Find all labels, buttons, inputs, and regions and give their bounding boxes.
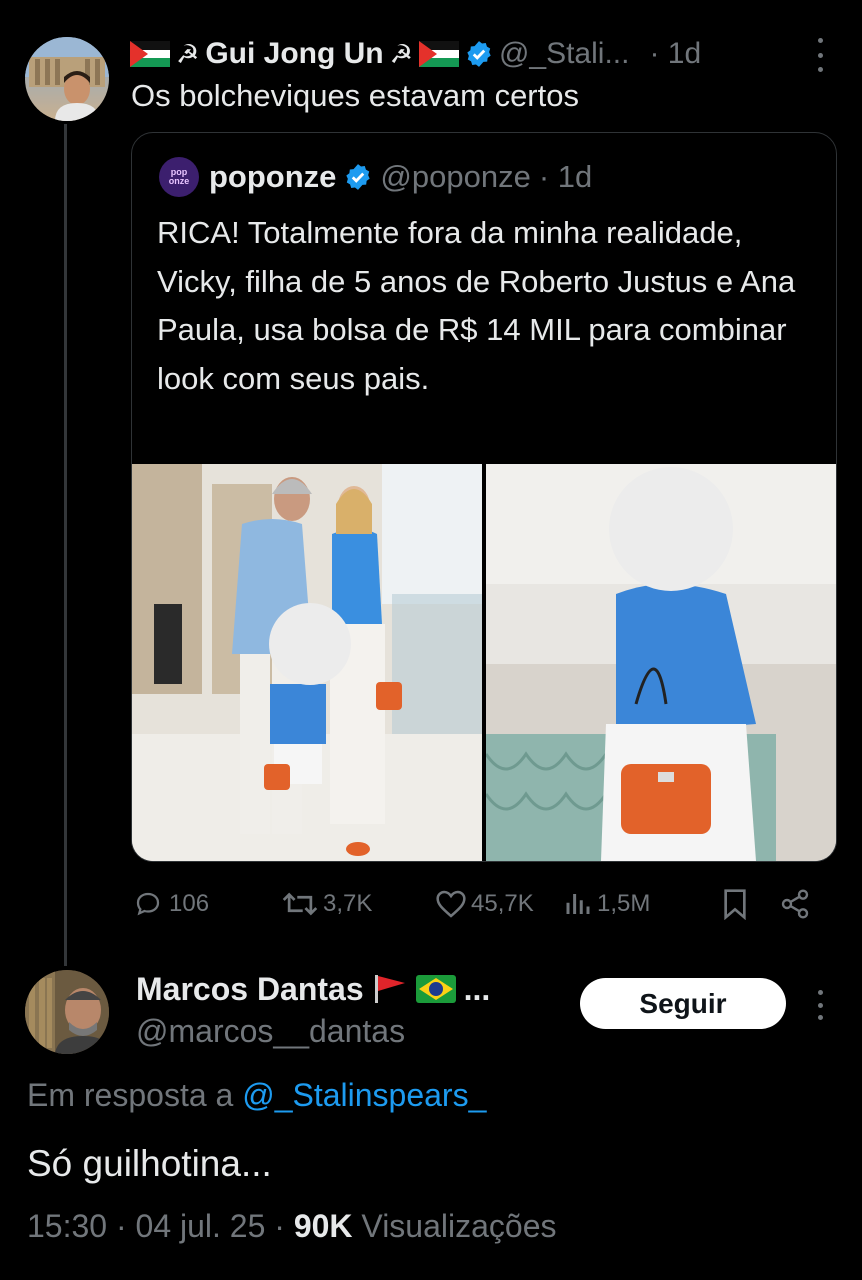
quote-time: · 1d <box>538 159 593 194</box>
quoted-tweet[interactable]: pop onze poponze @poponze · 1d RICA! Tot… <box>131 132 837 862</box>
hammer-sickle-icon: ☭ <box>389 38 413 69</box>
in-reply-prefix: Em resposta a <box>27 1077 234 1113</box>
child-photo-image <box>486 464 836 861</box>
family-photo-image <box>132 464 482 861</box>
reply-author-name[interactable]: Marcos Dantas <box>136 971 364 1008</box>
more-options-icon[interactable] <box>808 990 832 1020</box>
quote-photo-left[interactable] <box>132 464 482 861</box>
like-count: 45,7K <box>471 890 534 917</box>
brazil-flag-icon <box>415 975 456 1003</box>
poponze-logo: pop onze <box>168 167 190 186</box>
follow-button[interactable]: Seguir <box>580 978 786 1029</box>
tweet-actions: 106 3,7K 45,7K 1,5M <box>131 880 831 928</box>
reply-button[interactable]: 106 <box>131 889 281 919</box>
reply-avatar[interactable] <box>25 970 109 1054</box>
heart-icon <box>436 890 466 918</box>
like-button[interactable]: 45,7K <box>435 889 563 919</box>
views-button[interactable]: 1,5M <box>563 889 705 919</box>
thread-line <box>64 124 67 966</box>
reply-views-label: Visualizações <box>361 1208 557 1244</box>
in-reply-handle-link[interactable]: @_Stalinspears_ <box>242 1077 486 1113</box>
palestine-flag-icon <box>130 41 170 67</box>
reply-handle[interactable]: @marcos__dantas <box>136 1013 405 1050</box>
reply-text: Só guilhotina... <box>27 1143 272 1184</box>
share-icon <box>781 889 809 919</box>
author-name[interactable]: Gui Jong Un <box>205 37 383 71</box>
avatar-image <box>25 970 109 1054</box>
reply-count: 106 <box>169 890 210 917</box>
reply-views-count: 90K <box>293 1208 353 1244</box>
quote-handle: @poponze <box>380 159 531 194</box>
verified-badge-icon <box>346 164 371 190</box>
quote-text: RICA! Totalmente fora da minha realidade… <box>157 215 796 396</box>
bookmark-icon <box>724 889 746 920</box>
reply-author-row: Marcos Dantas ... <box>136 966 490 1012</box>
avatar[interactable] <box>25 37 109 121</box>
tweet-time[interactable]: · 1d <box>649 37 701 71</box>
hammer-sickle-icon: ☭ <box>176 38 200 69</box>
views-icon <box>566 894 590 914</box>
share-button[interactable] <box>765 888 825 920</box>
avatar-image <box>25 37 109 121</box>
retweet-icon <box>282 892 318 916</box>
quote-photo-right[interactable] <box>486 464 836 861</box>
author-handle[interactable]: @_Stali... <box>499 37 630 71</box>
verified-badge-icon <box>467 41 491 67</box>
more-options-icon[interactable] <box>808 38 832 72</box>
name-ellipsis: ... <box>463 970 491 1007</box>
reply-icon <box>136 892 160 916</box>
in-reply-to: Em resposta a @_Stalinspears_ <box>27 1077 486 1114</box>
bookmark-button[interactable] <box>705 888 765 920</box>
retweet-button[interactable]: 3,7K <box>281 889 435 919</box>
quote-header: poponze @poponze · 1d <box>209 155 592 199</box>
retweet-count: 3,7K <box>323 890 373 917</box>
tweet-text: Os bolcheviques estavam certos <box>131 78 579 113</box>
quote-author-name: poponze <box>209 159 337 194</box>
reply-timestamp[interactable]: 15:30 · 04 jul. 25 · <box>27 1208 285 1244</box>
quote-avatar: pop onze <box>159 157 199 197</box>
red-flag-icon <box>374 975 405 1003</box>
palestine-flag-icon <box>418 41 459 67</box>
reply-meta: 15:30 · 04 jul. 25 · 90K Visualizações <box>27 1208 557 1245</box>
views-count: 1,5M <box>597 890 651 917</box>
tweet-header: ☭ Gui Jong Un ☭ @_Stali... · 1d <box>130 32 830 76</box>
